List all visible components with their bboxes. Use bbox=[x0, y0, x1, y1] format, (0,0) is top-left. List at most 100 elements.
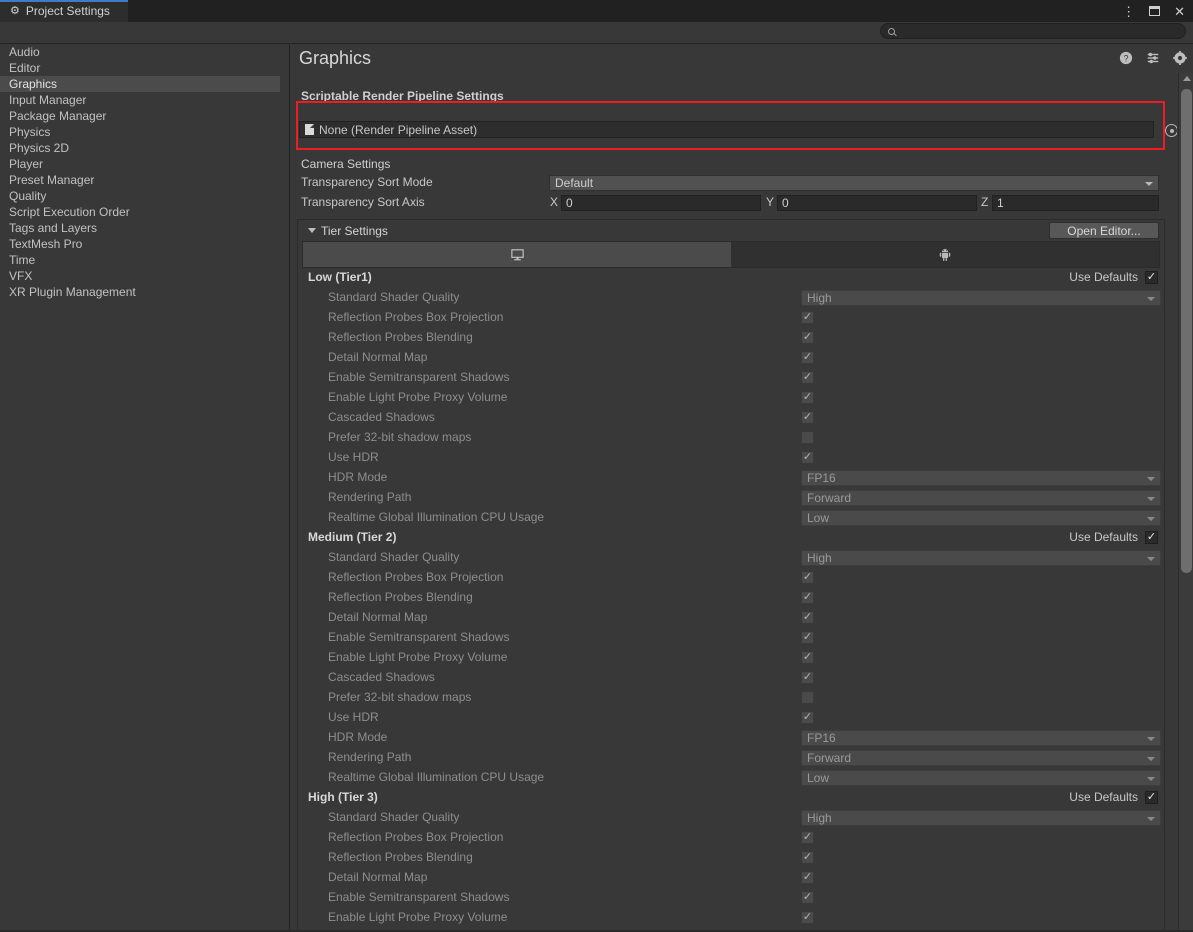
sidebar-item-player[interactable]: Player bbox=[0, 156, 289, 172]
tier-setting-dropdown[interactable]: Forward bbox=[801, 490, 1161, 506]
tier-setting-checkbox[interactable]: ✓ bbox=[801, 831, 814, 844]
tier-setting-checkbox[interactable]: ✓ bbox=[801, 311, 814, 324]
use-defaults-label: Use Defaults bbox=[1069, 270, 1138, 284]
svg-text:?: ? bbox=[1124, 54, 1129, 64]
tier-setting-label: Enable Semitransparent Shadows bbox=[328, 370, 510, 384]
sidebar-item-editor[interactable]: Editor bbox=[0, 60, 289, 76]
search-input[interactable] bbox=[899, 24, 1169, 38]
tier-setting-label: Standard Shader Quality bbox=[328, 810, 460, 824]
sidebar-item-vfx[interactable]: VFX bbox=[0, 268, 289, 284]
tier-setting-label: Standard Shader Quality bbox=[328, 550, 460, 564]
sidebar-item-textmesh-pro[interactable]: TextMesh Pro bbox=[0, 236, 289, 252]
sidebar-item-physics[interactable]: Physics bbox=[0, 124, 289, 140]
render-pipeline-asset-field[interactable]: None (Render Pipeline Asset) bbox=[299, 121, 1154, 138]
sidebar-item-package-manager[interactable]: Package Manager bbox=[0, 108, 289, 124]
open-editor-button[interactable]: Open Editor... bbox=[1049, 222, 1159, 239]
platform-tab-android[interactable] bbox=[731, 242, 1159, 267]
tier-setting-dropdown[interactable]: Forward bbox=[801, 750, 1161, 766]
tier-setting-checkbox[interactable]: ✓ bbox=[801, 371, 814, 384]
tier-setting-checkbox[interactable]: ✓ bbox=[801, 591, 814, 604]
chevron-down-icon bbox=[1147, 497, 1155, 501]
tier-setting-checkbox[interactable]: ✓ bbox=[801, 651, 814, 664]
use-defaults-checkbox[interactable]: ✓ bbox=[1145, 271, 1158, 284]
sidebar-item-physics-2d[interactable]: Physics 2D bbox=[0, 140, 289, 156]
sidebar-scroll-area[interactable] bbox=[280, 44, 289, 932]
tier-groups: Low (Tier1) Use Defaults ✓ Standard Shader … bbox=[298, 268, 1164, 932]
sidebar-item-preset-manager[interactable]: Preset Manager bbox=[0, 172, 289, 188]
gear-icon[interactable] bbox=[1173, 51, 1187, 65]
maximize-icon[interactable] bbox=[1149, 6, 1161, 16]
tier-setting-checkbox[interactable]: ✓ bbox=[801, 691, 814, 704]
preset-icon[interactable] bbox=[1146, 51, 1160, 65]
axis-z-input[interactable]: 1 bbox=[992, 195, 1159, 211]
tier-setting-checkbox[interactable]: ✓ bbox=[801, 891, 814, 904]
tier-setting-checkbox[interactable]: ✓ bbox=[801, 431, 814, 444]
search-field[interactable] bbox=[880, 23, 1186, 39]
tab-project-settings[interactable]: ⚙ Project Settings bbox=[0, 0, 128, 22]
object-picker-icon[interactable] bbox=[1165, 124, 1177, 137]
kebab-menu-icon[interactable]: ⋮ bbox=[1122, 5, 1135, 18]
sidebar-item-xr-plugin-management[interactable]: XR Plugin Management bbox=[0, 284, 289, 300]
tier-setting-label: Detail Normal Map bbox=[328, 610, 428, 624]
tier-setting-dropdown[interactable]: FP16 bbox=[801, 470, 1161, 486]
tier-settings-box: Tier Settings Open Editor... Low (Tier1)… bbox=[297, 219, 1165, 932]
tier-setting-dropdown[interactable]: High bbox=[801, 810, 1161, 826]
chevron-down-icon bbox=[1147, 477, 1155, 481]
use-defaults-checkbox[interactable]: ✓ bbox=[1145, 531, 1158, 544]
tier-setting-row: Rendering Path Forward bbox=[298, 748, 1164, 768]
tier-setting-checkbox[interactable]: ✓ bbox=[801, 911, 814, 924]
chevron-down-icon bbox=[1147, 757, 1155, 761]
tier-setting-checkbox[interactable]: ✓ bbox=[801, 571, 814, 584]
tier-setting-checkbox[interactable]: ✓ bbox=[801, 331, 814, 344]
close-icon[interactable]: ✕ bbox=[1174, 5, 1185, 18]
tier-setting-label: Cascaded Shadows bbox=[328, 670, 435, 684]
tier-setting-label: Enable Light Probe Proxy Volume bbox=[328, 910, 508, 924]
tier-setting-checkbox[interactable]: ✓ bbox=[801, 711, 814, 724]
transparency-sort-mode-row: Transparency Sort Mode Default bbox=[291, 173, 1177, 193]
tier-setting-checkbox[interactable]: ✓ bbox=[801, 411, 814, 424]
tier-setting-checkbox[interactable]: ✓ bbox=[801, 451, 814, 464]
tier-setting-checkbox[interactable]: ✓ bbox=[801, 631, 814, 644]
axis-x-input[interactable]: 0 bbox=[561, 195, 761, 211]
chevron-up-icon[interactable] bbox=[1183, 76, 1191, 81]
sidebar-item-graphics[interactable]: Graphics bbox=[0, 76, 289, 92]
main-vertical-scrollbar[interactable] bbox=[1178, 73, 1193, 932]
tier-setting-dropdown[interactable]: FP16 bbox=[801, 730, 1161, 746]
tier-setting-dropdown[interactable]: Low bbox=[801, 770, 1161, 786]
platform-tab-standalone[interactable] bbox=[303, 242, 731, 267]
sidebar-item-quality[interactable]: Quality bbox=[0, 188, 289, 204]
tier-group-header: High (Tier 3) Use Defaults ✓ bbox=[298, 788, 1164, 808]
sidebar-item-time[interactable]: Time bbox=[0, 252, 289, 268]
tier-setting-label: Enable Semitransparent Shadows bbox=[328, 890, 510, 904]
sidebar-item-script-execution-order[interactable]: Script Execution Order bbox=[0, 204, 289, 220]
axis-y-input[interactable]: 0 bbox=[777, 195, 977, 211]
axis-z-label: Z bbox=[981, 195, 989, 209]
tier-setting-checkbox[interactable]: ✓ bbox=[801, 671, 814, 684]
tier-setting-row: Realtime Global Illumination CPU Usage Lo… bbox=[298, 508, 1164, 528]
sidebar-item-audio[interactable]: Audio bbox=[0, 44, 289, 60]
sidebar-item-input-manager[interactable]: Input Manager bbox=[0, 92, 289, 108]
use-defaults-label: Use Defaults bbox=[1069, 530, 1138, 544]
help-icon[interactable]: ? bbox=[1119, 51, 1133, 65]
use-defaults-label: Use Defaults bbox=[1069, 790, 1138, 804]
settings-sidebar: Audio Editor Graphics Input Manager Package … bbox=[0, 43, 290, 932]
axis-y-label: Y bbox=[766, 195, 775, 209]
transparency-sort-mode-dropdown[interactable]: Default bbox=[549, 175, 1159, 191]
tier-setting-dropdown[interactable]: High bbox=[801, 550, 1161, 566]
tier-setting-checkbox[interactable]: ✓ bbox=[801, 611, 814, 624]
tier-setting-value: High bbox=[807, 551, 832, 565]
tier-setting-checkbox[interactable]: ✓ bbox=[801, 871, 814, 884]
tier-setting-dropdown[interactable]: High bbox=[801, 290, 1161, 306]
tier-setting-row: Use HDR ✓ bbox=[298, 708, 1164, 728]
tier-setting-label: Prefer 32-bit shadow maps bbox=[328, 430, 472, 444]
sidebar-item-tags-and-layers[interactable]: Tags and Layers bbox=[0, 220, 289, 236]
use-defaults-checkbox[interactable]: ✓ bbox=[1145, 791, 1158, 804]
tier-setting-checkbox[interactable]: ✓ bbox=[801, 851, 814, 864]
chevron-down-icon[interactable] bbox=[308, 228, 316, 233]
tier-setting-checkbox[interactable]: ✓ bbox=[801, 351, 814, 364]
tier-setting-checkbox[interactable]: ✓ bbox=[801, 391, 814, 404]
scrollbar-thumb[interactable] bbox=[1181, 89, 1192, 573]
tier-setting-row: Standard Shader Quality High bbox=[298, 288, 1164, 308]
tier-setting-row: Enable Semitransparent Shadows ✓ bbox=[298, 628, 1164, 648]
tier-setting-dropdown[interactable]: Low bbox=[801, 510, 1161, 526]
